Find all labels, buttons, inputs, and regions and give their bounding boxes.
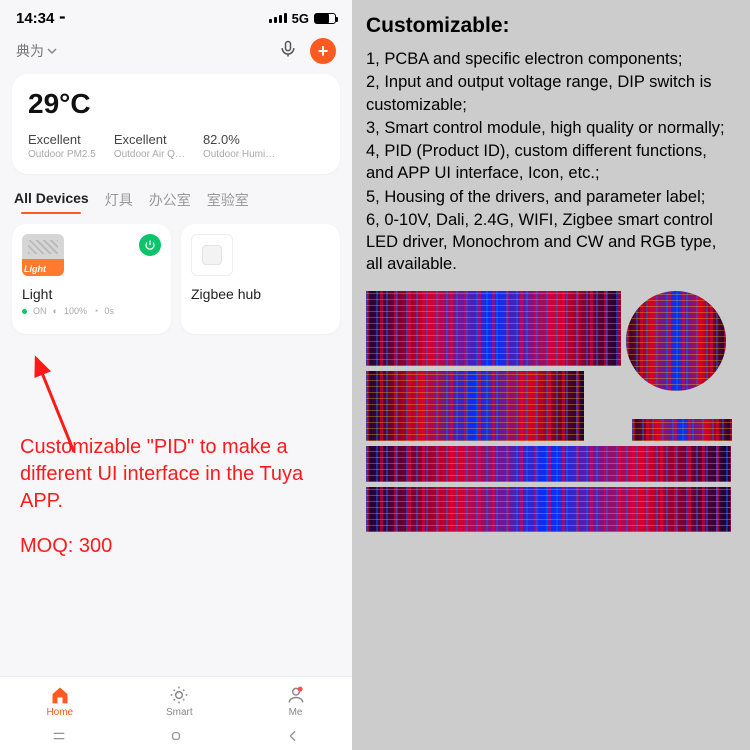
status-time: 14:34 ⁃ [16, 9, 66, 27]
env-humidity: 82.0% Outdoor Humi… [203, 132, 275, 160]
status-dot-icon [22, 309, 27, 314]
annotation-moq: MOQ: 300 [20, 533, 332, 560]
nav-me[interactable]: Me [286, 685, 306, 718]
spec-list: 1, PCBA and specific electron components… [366, 48, 736, 277]
battery-icon [314, 13, 336, 24]
pcb-image [366, 446, 731, 482]
pcb-image [366, 487, 731, 532]
tab-all-devices[interactable]: All Devices [14, 190, 89, 214]
device-thumb-hub [191, 234, 233, 276]
spec-item: 4, PID (Product ID), custom different fu… [366, 140, 736, 185]
home-selector-label: 典为 [16, 41, 44, 61]
status-indicators: 5G [269, 11, 336, 26]
spec-item: 5, Housing of the drivers, and parameter… [366, 186, 736, 208]
room-tabs: All Devices 灯具 办公室 室验室 [0, 186, 352, 224]
home-icon [50, 685, 70, 705]
spec-item: 1, PCBA and specific electron components… [366, 48, 736, 70]
android-nav-bar [0, 722, 352, 750]
recent-apps-icon[interactable] [51, 728, 67, 744]
network-label: 5G [292, 11, 309, 26]
sun-icon [169, 685, 189, 705]
device-card-light[interactable]: Light ON ◐100% ◔0s [12, 224, 171, 334]
tab-lab[interactable]: 室验室 [207, 190, 249, 214]
tab-lights[interactable]: 灯具 [105, 190, 133, 214]
spec-panel: Customizable: 1, PCBA and specific elect… [352, 0, 750, 750]
pcb-image [366, 371, 584, 441]
spec-item: 3, Smart control module, high quality or… [366, 117, 736, 139]
back-nav-icon[interactable] [285, 728, 301, 744]
device-card-hub[interactable]: Zigbee hub [181, 224, 340, 334]
nav-smart[interactable]: Smart [166, 685, 193, 718]
env-pm25: Excellent Outdoor PM2.5 [28, 132, 96, 160]
signal-icon [269, 13, 287, 23]
temperature: 29°C [28, 88, 324, 120]
weather-card[interactable]: 29°C Excellent Outdoor PM2.5 Excellent O… [12, 74, 340, 174]
home-nav-icon[interactable] [168, 728, 184, 744]
pcb-gallery [366, 291, 736, 532]
phone-screenshot: 14:34 ⁃ 5G 典为 + 29°C Excellent Outdoor P… [0, 0, 352, 750]
status-bar: 14:34 ⁃ 5G [0, 0, 352, 30]
power-toggle[interactable] [139, 234, 161, 256]
pcb-image [626, 291, 726, 391]
add-button[interactable]: + [310, 38, 336, 64]
spec-item: 2, Input and output voltage range, DIP s… [366, 71, 736, 116]
app-header: 典为 + [0, 30, 352, 74]
spec-item: 6, 0-10V, Dali, 2.4G, WIFI, Zigbee smart… [366, 209, 736, 276]
bottom-nav: Home Smart Me [0, 676, 352, 722]
device-name: Light [22, 286, 161, 302]
tab-office[interactable]: 办公室 [149, 190, 191, 214]
person-icon [286, 685, 306, 705]
annotation-text: Customizable "PID" to make a different U… [20, 434, 332, 515]
pcb-image [366, 291, 621, 366]
device-thumb-light [22, 234, 64, 276]
mic-icon[interactable] [278, 39, 298, 64]
nav-home[interactable]: Home [46, 685, 73, 718]
device-stats: ON ◐100% ◔0s [22, 306, 161, 316]
spec-heading: Customizable: [366, 14, 736, 38]
env-airq: Excellent Outdoor Air Q… [114, 132, 185, 160]
annotation-text-block: Customizable "PID" to make a different U… [0, 334, 352, 560]
chevron-down-icon [47, 46, 57, 56]
device-name: Zigbee hub [191, 286, 330, 302]
home-selector[interactable]: 典为 [16, 41, 57, 61]
pcb-image [632, 419, 732, 441]
